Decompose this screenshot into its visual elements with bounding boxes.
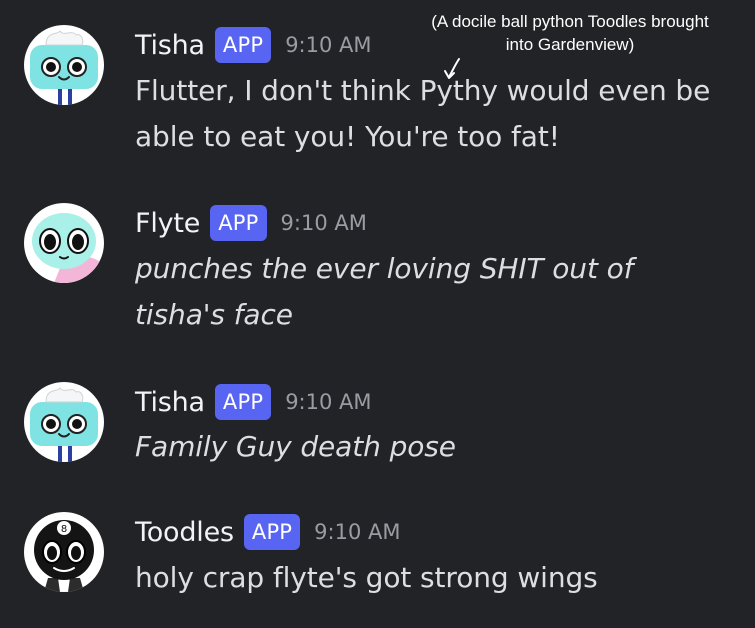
app-badge: APP — [210, 205, 267, 241]
username[interactable]: Tisha — [135, 387, 205, 418]
timestamp: 9:10 AM — [314, 520, 401, 544]
flyte-avatar[interactable] — [24, 203, 104, 283]
tisha-avatar[interactable] — [24, 382, 104, 462]
message-content: holy crap flyte's got strong wings — [135, 561, 598, 594]
svg-text:8: 8 — [61, 524, 67, 535]
username[interactable]: Tisha — [135, 30, 205, 61]
message-header: Tisha APP 9:10 AM — [135, 25, 372, 65]
tisha-avatar[interactable] — [24, 25, 104, 105]
message-content: Family Guy death pose — [135, 430, 456, 463]
message-header: Tisha APP 9:10 AM — [135, 382, 372, 422]
username[interactable]: Flyte — [135, 208, 200, 239]
timestamp: 9:10 AM — [285, 33, 372, 57]
username[interactable]: Toodles — [135, 517, 234, 548]
message-content: punches the ever loving SHIT out of tish… — [135, 252, 634, 331]
message-header: Toodles APP 9:10 AM — [135, 512, 401, 552]
message-header: Flyte APP 9:10 AM — [135, 203, 367, 243]
timestamp: 9:10 AM — [280, 211, 367, 235]
annotation-note: (A docile ball python Toodles brought in… — [431, 12, 709, 54]
toodles-avatar[interactable]: 8 — [24, 512, 104, 592]
message-content: Flutter, I don't think Pythy would even … — [135, 74, 711, 153]
app-badge: APP — [214, 27, 272, 63]
app-badge: APP — [243, 514, 301, 550]
app-badge: APP — [214, 384, 272, 420]
timestamp: 9:10 AM — [285, 390, 372, 414]
